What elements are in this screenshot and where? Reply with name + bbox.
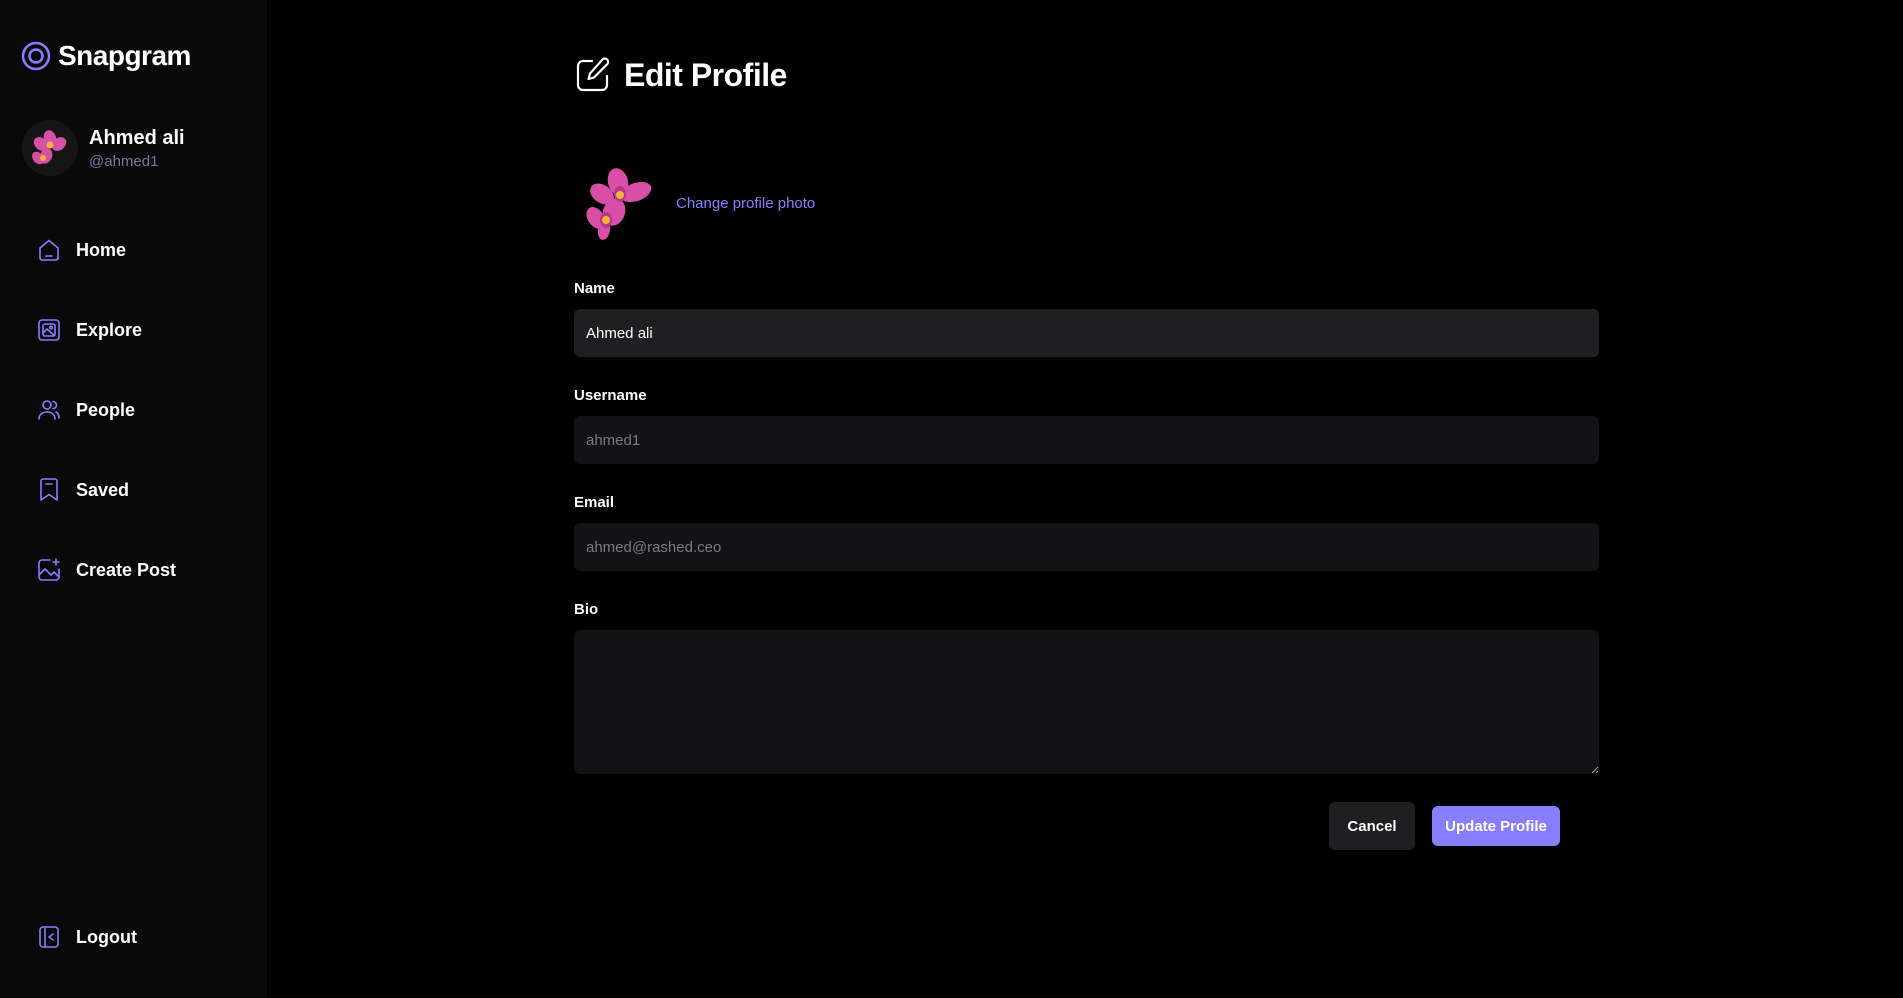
user-profile-link[interactable]: Ahmed ali @ahmed1	[22, 120, 185, 176]
brand-logo[interactable]: Snapgram	[20, 40, 191, 72]
explore-icon	[38, 319, 60, 341]
user-meta: Ahmed ali @ahmed1	[89, 126, 185, 170]
sidebar-item-explore[interactable]: Explore	[20, 302, 248, 358]
page-title: Edit Profile	[624, 56, 787, 93]
user-handle: @ahmed1	[89, 153, 159, 170]
sidebar-item-label: Saved	[76, 479, 130, 500]
app-root: Snapgram Ahmed ali @ahmed1 Home Explore …	[0, 0, 1903, 998]
name-input[interactable]	[574, 309, 1599, 357]
logout-icon	[39, 926, 59, 948]
cancel-button[interactable]: Cancel	[1329, 802, 1415, 850]
username-field-group: Username	[574, 387, 1599, 464]
logout-button[interactable]: Logout	[36, 924, 137, 950]
sidebar-item-label: Explore	[76, 319, 143, 340]
form-actions: Cancel Update Profile	[1329, 802, 1560, 850]
edit-icon	[576, 57, 610, 92]
email-input	[574, 523, 1599, 571]
home-icon	[39, 239, 59, 261]
orchid-profile-image	[586, 168, 652, 240]
sidebar-item-label: People	[76, 399, 136, 420]
email-field-group: Email	[574, 494, 1599, 571]
main-content: Edit Profile Change profile photo Name A…	[267, 0, 1903, 998]
name-label: Name	[574, 280, 615, 297]
profile-photo[interactable]	[574, 160, 660, 246]
sidebar-nav: Home Explore People Saved Create Post	[20, 222, 248, 622]
saved-icon	[40, 478, 58, 501]
bio-textarea[interactable]	[574, 630, 1599, 774]
sidebar-item-people[interactable]: People	[20, 382, 248, 438]
name-field-group: Name	[574, 280, 1599, 357]
left-sidebar: Snapgram Ahmed ali @ahmed1 Home Explore …	[0, 0, 267, 998]
user-name: Ahmed ali	[89, 127, 185, 149]
sidebar-item-home[interactable]: Home	[20, 222, 248, 278]
sidebar-item-saved[interactable]: Saved	[20, 462, 248, 518]
change-profile-photo-link[interactable]: Change profile photo	[676, 195, 815, 212]
edit-profile-form: Name Username Email Bio	[574, 280, 1599, 809]
bio-label: Bio	[574, 601, 599, 618]
create-post-icon	[38, 558, 60, 581]
logout-label: Logout	[76, 926, 137, 947]
logo-icon	[21, 41, 51, 71]
page-header: Edit Profile	[574, 56, 787, 94]
avatar	[22, 120, 78, 176]
username-label: Username	[574, 387, 647, 404]
sidebar-item-label: Home	[76, 239, 127, 260]
username-input	[574, 416, 1599, 464]
sidebar-item-label: Create Post	[76, 559, 177, 580]
update-profile-button[interactable]: Update Profile	[1432, 806, 1560, 846]
email-label: Email	[574, 494, 615, 511]
people-icon	[38, 400, 60, 420]
orchid-avatar-image	[32, 130, 67, 165]
profile-photo-section: Change profile photo	[574, 160, 815, 246]
bio-field-group: Bio	[574, 601, 1599, 779]
sidebar-item-create-post[interactable]: Create Post	[20, 542, 248, 598]
brand-name: Snapgram	[58, 40, 191, 71]
